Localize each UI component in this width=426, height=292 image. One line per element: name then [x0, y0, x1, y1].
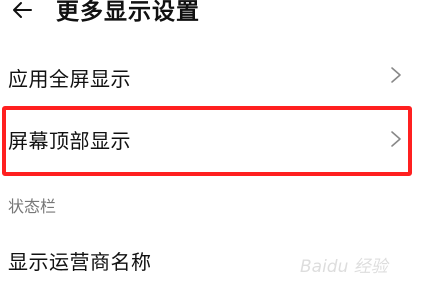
- setting-show-carrier-name[interactable]: 显示运营商名称: [0, 242, 426, 282]
- setting-label: 屏幕顶部显示: [8, 129, 131, 153]
- setting-label: 显示运营商名称: [8, 250, 152, 274]
- setting-label: 应用全屏显示: [8, 67, 131, 91]
- header-bar: 更多显示设置: [0, 0, 426, 30]
- page-title: 更多显示设置: [56, 0, 200, 25]
- chevron-right-icon: [391, 67, 401, 83]
- back-arrow-icon[interactable]: [10, 0, 34, 22]
- setting-screen-top-display[interactable]: 屏幕顶部显示: [0, 115, 426, 163]
- setting-app-fullscreen-display[interactable]: 应用全屏显示: [0, 56, 426, 96]
- chevron-right-icon: [391, 131, 401, 147]
- section-header-status-bar: 状态栏: [8, 197, 57, 216]
